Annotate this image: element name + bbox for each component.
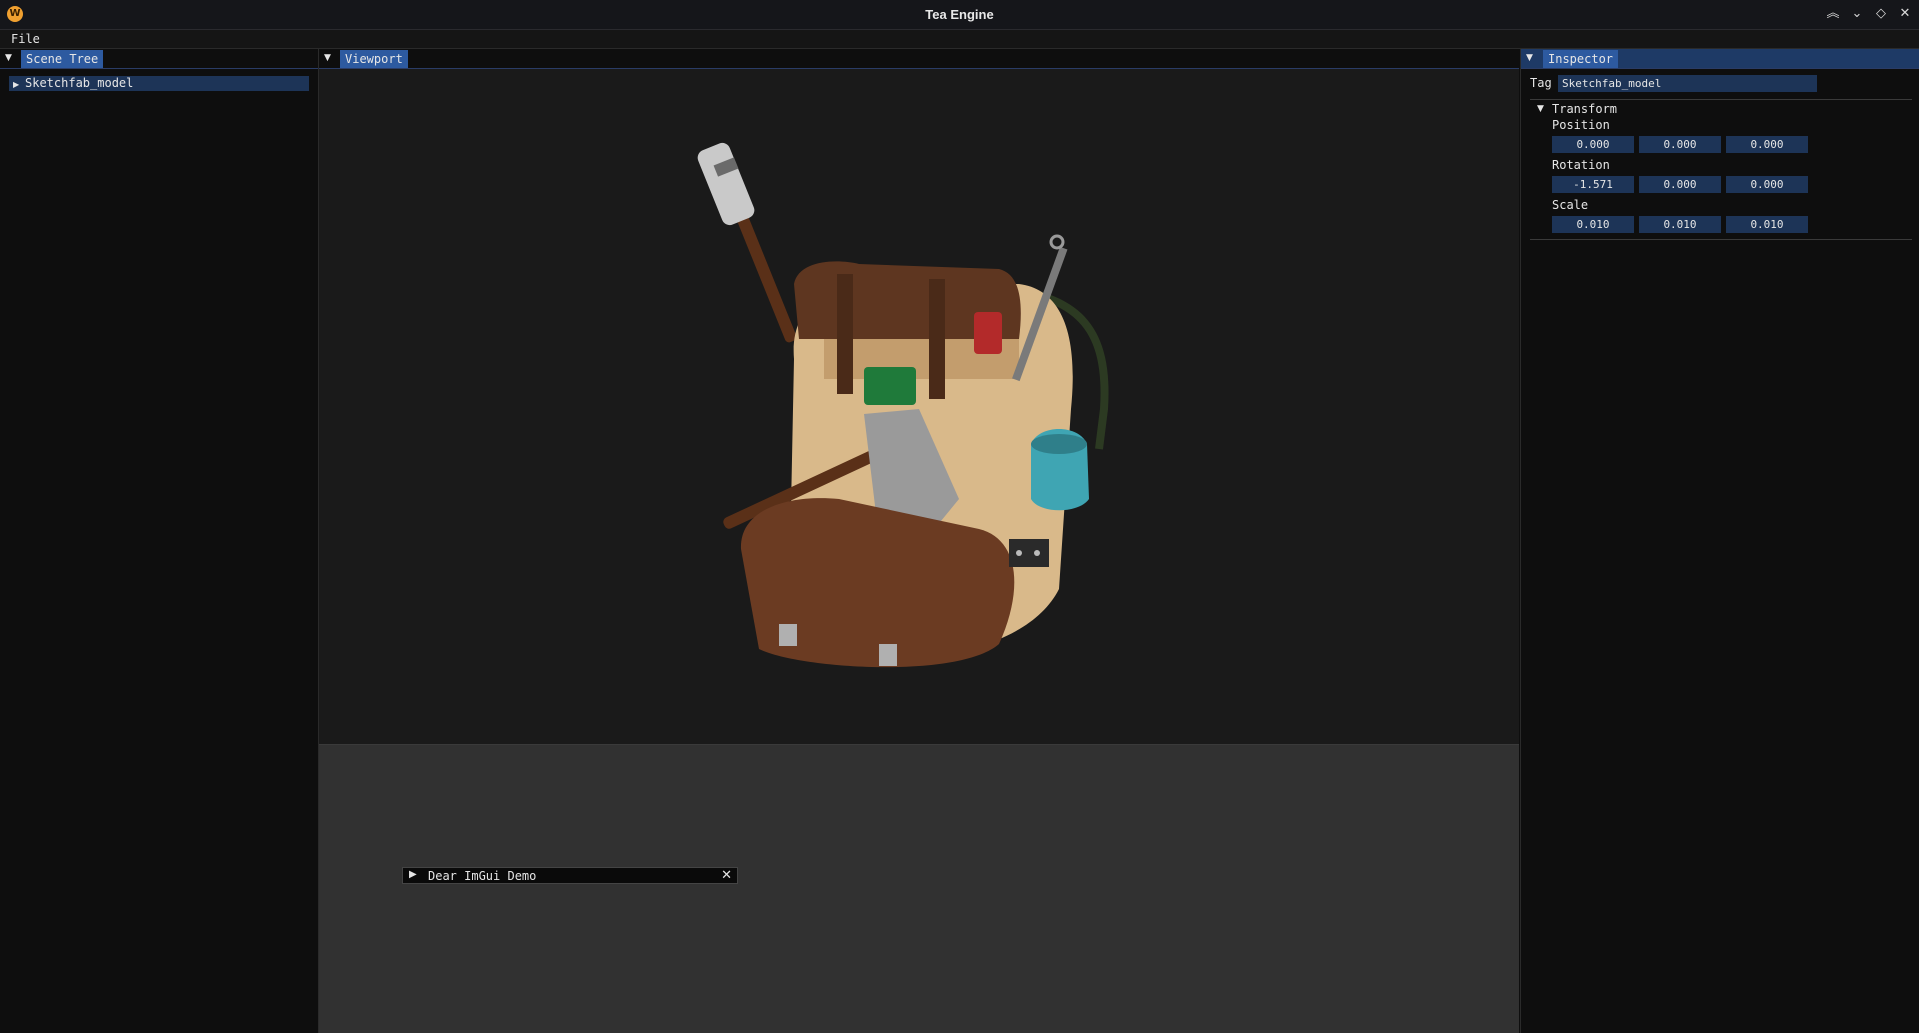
scene-tree-panel: ▼ Scene Tree ▶ Sketchfab_model <box>0 49 319 1033</box>
collapse-icon[interactable]: ▼ <box>1526 52 1537 65</box>
transform-header[interactable]: Transform <box>1552 102 1617 116</box>
restore-icon[interactable]: ◇ <box>1871 4 1891 24</box>
position-label: Position <box>1552 118 1610 132</box>
tree-node-sketchfab-model[interactable]: ▶ Sketchfab_model <box>9 76 309 91</box>
rotation-y-field[interactable]: 0.000 <box>1639 176 1721 193</box>
scale-label: Scale <box>1552 198 1589 212</box>
imgui-demo-title: Dear ImGui Demo <box>428 869 537 883</box>
rotation-label: Rotation <box>1552 158 1610 172</box>
expand-arrow-icon[interactable]: ▶ <box>409 869 417 880</box>
close-icon[interactable]: ✕ <box>721 868 732 883</box>
transform-collapse-icon[interactable]: ▼ <box>1537 104 1544 114</box>
tree-node-label: Sketchfab_model <box>25 76 134 90</box>
minimize-icon[interactable]: ⌄ <box>1847 4 1867 24</box>
tab-inspector[interactable]: Inspector <box>1543 50 1619 68</box>
position-z-field[interactable]: 0.000 <box>1726 136 1808 153</box>
menu-bar: File <box>0 30 1919 49</box>
menu-file[interactable]: File <box>11 32 40 46</box>
tab-viewport[interactable]: Viewport <box>340 50 408 68</box>
title-bar: W Tea Engine ︽ ⌄ ◇ ✕ <box>0 0 1919 30</box>
viewport-panel: ▼ Viewport <box>319 49 1519 1033</box>
window-title: Tea Engine <box>925 7 994 22</box>
tag-label: Tag <box>1530 76 1552 90</box>
tag-input[interactable]: Sketchfab_model <box>1558 75 1817 92</box>
maximize-icon[interactable]: ︽ <box>1823 4 1843 24</box>
close-icon[interactable]: ✕ <box>1895 4 1915 24</box>
collapse-icon[interactable]: ▼ <box>5 52 16 65</box>
scale-y-field[interactable]: 0.010 <box>1639 216 1721 233</box>
torch-model <box>697 142 797 343</box>
scale-z-field[interactable]: 0.010 <box>1726 216 1808 233</box>
dock-area <box>319 745 1519 1033</box>
imgui-demo-window[interactable]: ▶ Dear ImGui Demo ✕ <box>402 867 738 884</box>
inspector-panel: ▼ Inspector Tag Sketchfab_model ▼ Transf… <box>1520 49 1919 1033</box>
separator <box>1530 99 1912 100</box>
collapse-icon[interactable]: ▼ <box>324 52 335 65</box>
viewport-canvas[interactable] <box>319 69 1519 745</box>
position-y-field[interactable]: 0.000 <box>1639 136 1721 153</box>
rotation-z-field[interactable]: 0.000 <box>1726 176 1808 193</box>
rotation-x-field[interactable]: -1.571 <box>1552 176 1634 193</box>
scene-tree-header: ▼ Scene Tree <box>0 49 318 69</box>
inspector-header: ▼ Inspector <box>1521 49 1919 69</box>
expand-arrow-icon[interactable]: ▶ <box>13 77 25 92</box>
position-x-field[interactable]: 0.000 <box>1552 136 1634 153</box>
scale-x-field[interactable]: 0.010 <box>1552 216 1634 233</box>
separator <box>1530 239 1912 240</box>
viewport-header: ▼ Viewport <box>319 49 1519 69</box>
tab-scene-tree[interactable]: Scene Tree <box>21 50 104 68</box>
backpack-model <box>697 142 1109 668</box>
